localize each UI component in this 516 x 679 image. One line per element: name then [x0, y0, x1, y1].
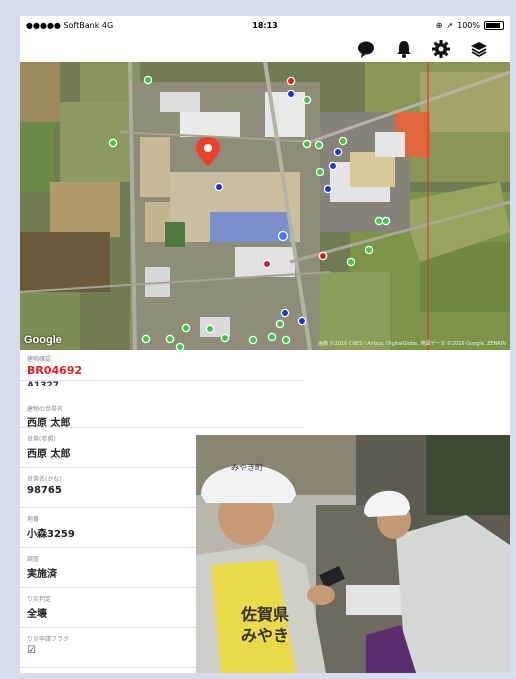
- layers-icon[interactable]: [469, 39, 489, 59]
- field-label: り災判定: [27, 596, 52, 603]
- field-value: 98765: [27, 485, 62, 496]
- partial-field-value: A1327: [27, 381, 60, 386]
- app-screen: ●●●●● SoftBank 4G 18:13 ⊕ ➚ 100% Google …: [20, 16, 510, 673]
- navigation-icon: ➚: [446, 21, 454, 30]
- field-label: 世帯名(かな): [27, 476, 62, 483]
- field-label: 建物の世帯名: [27, 406, 64, 413]
- building-id-label: 建物確認: [27, 356, 52, 363]
- bell-icon[interactable]: [394, 39, 414, 59]
- field-label: 世帯(参照): [27, 436, 56, 443]
- field-value: 西原 太郎: [27, 449, 71, 460]
- chat-icon[interactable]: [356, 39, 376, 59]
- location-icon: ⊕: [435, 21, 443, 30]
- battery-icon: [484, 21, 504, 30]
- map-attribution: 画像 ©2016 CNES / Airbus, DigitalGlobe, 地図…: [317, 341, 506, 347]
- map-imagery[interactable]: [20, 62, 510, 350]
- field-value: 全壊: [27, 609, 47, 620]
- building-id-value: BR04692: [27, 364, 83, 377]
- field-value: 実施済: [27, 569, 57, 580]
- inspection-photo: みやき町 佐賀県 みやき: [196, 435, 510, 673]
- battery-percent: 100%: [457, 21, 480, 30]
- checkbox-checked-icon[interactable]: ☑: [27, 645, 36, 656]
- toolbar: [20, 36, 510, 62]
- gear-icon[interactable]: [431, 39, 451, 59]
- field-row[interactable]: 建物の世帯名 西原 太郎: [20, 388, 305, 429]
- status-right: ⊕ ➚ 100%: [436, 21, 504, 30]
- field-value: 西原 太郎: [27, 418, 71, 429]
- google-logo: Google: [24, 334, 62, 346]
- field-value: 小森3259: [27, 529, 75, 540]
- status-bar: ●●●●● SoftBank 4G 18:13 ⊕ ➚ 100%: [20, 16, 510, 36]
- satellite-map[interactable]: Google 画像 ©2016 CNES / Airbus, DigitalGl…: [20, 62, 510, 350]
- field-label: り災申請フラグ: [27, 636, 70, 643]
- vest-label-2: みやき: [241, 626, 289, 645]
- building-id-field: 建物確認 BR04692: [20, 350, 305, 381]
- field-label: 調査: [27, 556, 40, 563]
- field-label: 地番: [27, 516, 40, 523]
- inspection-photo-image: みやき町 佐賀県 みやき: [196, 435, 510, 673]
- vest-label-1: 佐賀県: [240, 605, 289, 624]
- helmet-label: みやき町: [231, 463, 263, 472]
